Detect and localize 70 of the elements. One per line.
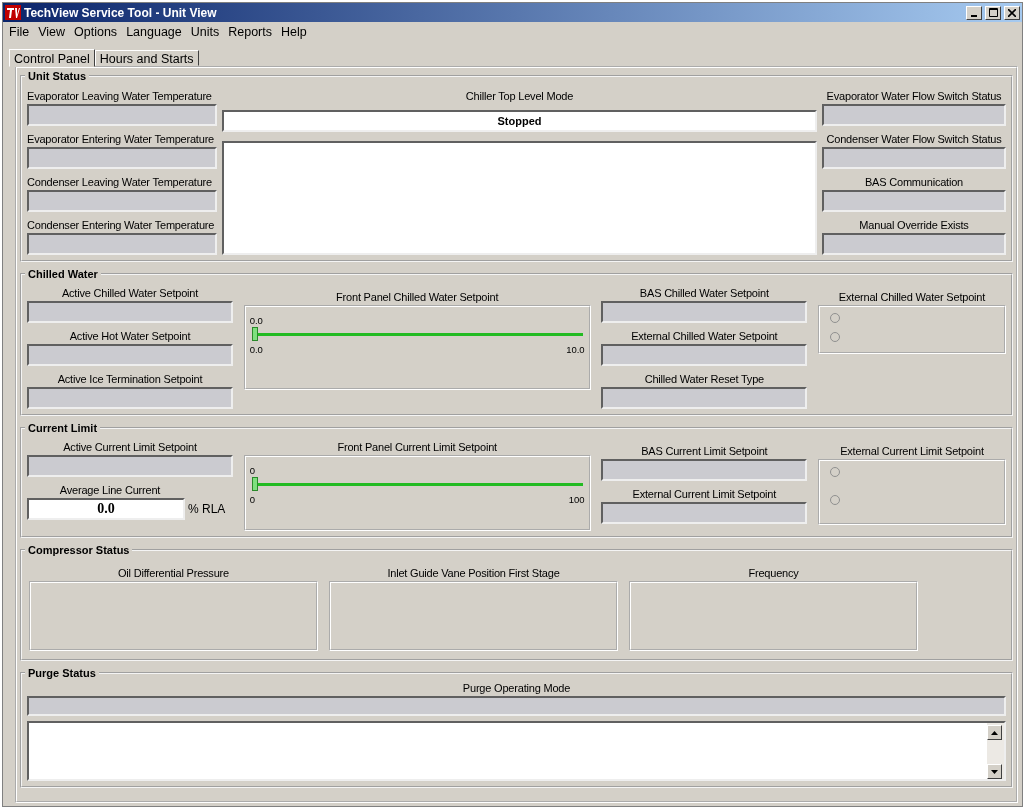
maximize-button[interactable] bbox=[985, 5, 1001, 20]
slider-track[interactable] bbox=[251, 326, 583, 344]
field-label: Chilled Water Reset Type bbox=[643, 372, 765, 387]
field-label: Condenser Leaving Water Temperature bbox=[27, 175, 213, 190]
menu-item[interactable]: Reports bbox=[224, 25, 277, 39]
radio-group-label: External Current Limit Setpoint bbox=[839, 444, 985, 459]
slider-max-label: 100 bbox=[568, 494, 585, 505]
slider-thumb[interactable] bbox=[251, 327, 258, 341]
menu-item[interactable]: View bbox=[34, 25, 71, 39]
field-label: Active Ice Termination Setpoint bbox=[56, 372, 204, 387]
mode-field: Stopped bbox=[222, 110, 817, 132]
slider-track[interactable] bbox=[251, 476, 583, 494]
minimize-icon bbox=[971, 14, 977, 17]
menu-item[interactable]: Help bbox=[277, 25, 312, 39]
menu-item[interactable]: File bbox=[5, 25, 35, 39]
gauge-label: Inlet Guide Vane Position First Stage bbox=[386, 566, 561, 581]
section-title: Current Limit bbox=[27, 422, 99, 434]
radio-button[interactable] bbox=[829, 495, 840, 505]
field-label: Evaporator Entering Water Temperature bbox=[27, 132, 216, 147]
menu-item[interactable]: Units bbox=[186, 25, 225, 39]
field-label: External Chilled Water Setpoint bbox=[630, 329, 779, 344]
field-label: Purge Operating Mode bbox=[461, 681, 572, 696]
slider-min-label: 0.0 bbox=[249, 344, 263, 355]
menu-item[interactable]: Options bbox=[70, 25, 123, 39]
average-current-field: 0.0 bbox=[27, 498, 185, 520]
field-label: BAS Current Limit Setpoint bbox=[640, 444, 769, 459]
section-title: Purge Status bbox=[27, 667, 97, 679]
slider-thumb[interactable] bbox=[251, 477, 258, 491]
close-icon bbox=[1008, 8, 1016, 17]
app-logo-icon bbox=[5, 5, 21, 20]
scroll-up-button[interactable] bbox=[987, 725, 1002, 740]
radio-button[interactable] bbox=[829, 313, 840, 323]
slider-min-label: 0 bbox=[249, 494, 255, 505]
slider-value: 0.0 bbox=[249, 315, 263, 326]
window-title: TechView Service Tool - Unit View bbox=[24, 5, 218, 20]
scroll-down-button[interactable] bbox=[987, 764, 1002, 779]
field-label: Manual Override Exists bbox=[858, 218, 970, 233]
radio-button[interactable] bbox=[829, 332, 840, 342]
field-label: Active Current Limit Setpoint bbox=[62, 440, 198, 455]
unit-label: % RLA bbox=[188, 502, 226, 516]
field-label: Condenser Water Flow Switch Status bbox=[825, 132, 1003, 147]
up-arrow-icon bbox=[991, 730, 998, 735]
radio-group-label: External Chilled Water Setpoint bbox=[837, 290, 987, 305]
slider-label: Front Panel Current Limit Setpoint bbox=[336, 440, 498, 455]
field-label: Evaporator Water Flow Switch Status bbox=[825, 89, 1003, 104]
field-label: Active Chilled Water Setpoint bbox=[60, 286, 200, 301]
gauge-label: Frequency bbox=[747, 566, 800, 581]
section-title: Chilled Water bbox=[27, 268, 99, 280]
field-label: External Current Limit Setpoint bbox=[631, 487, 778, 502]
slider-value: 0 bbox=[249, 465, 255, 476]
section-title: Unit Status bbox=[27, 70, 88, 82]
field-label: BAS Chilled Water Setpoint bbox=[638, 286, 770, 301]
field-label: Active Hot Water Setpoint bbox=[68, 329, 192, 344]
maximize-icon bbox=[988, 8, 998, 17]
slider-label: Front Panel Chilled Water Setpoint bbox=[335, 290, 500, 305]
minimize-button[interactable] bbox=[966, 5, 982, 20]
section-title: Compressor Status bbox=[27, 544, 131, 556]
slider-max-label: 10.0 bbox=[566, 344, 585, 355]
field-label: Evaporator Leaving Water Temperature bbox=[27, 89, 213, 104]
field-label: Chiller Top Level Mode bbox=[464, 89, 575, 104]
down-arrow-icon bbox=[991, 769, 998, 774]
field-label: BAS Communication bbox=[863, 175, 965, 190]
close-button[interactable] bbox=[1004, 5, 1020, 20]
radio-button[interactable] bbox=[829, 467, 840, 477]
tab[interactable]: Hours and Starts bbox=[94, 50, 199, 66]
menu-item[interactable]: Language bbox=[122, 25, 187, 39]
field-label: Condenser Entering Water Temperature bbox=[27, 218, 216, 233]
gauge-label: Oil Differential Pressure bbox=[117, 566, 230, 581]
tab[interactable]: Control Panel bbox=[9, 49, 95, 67]
field-label: Average Line Current bbox=[58, 483, 162, 498]
